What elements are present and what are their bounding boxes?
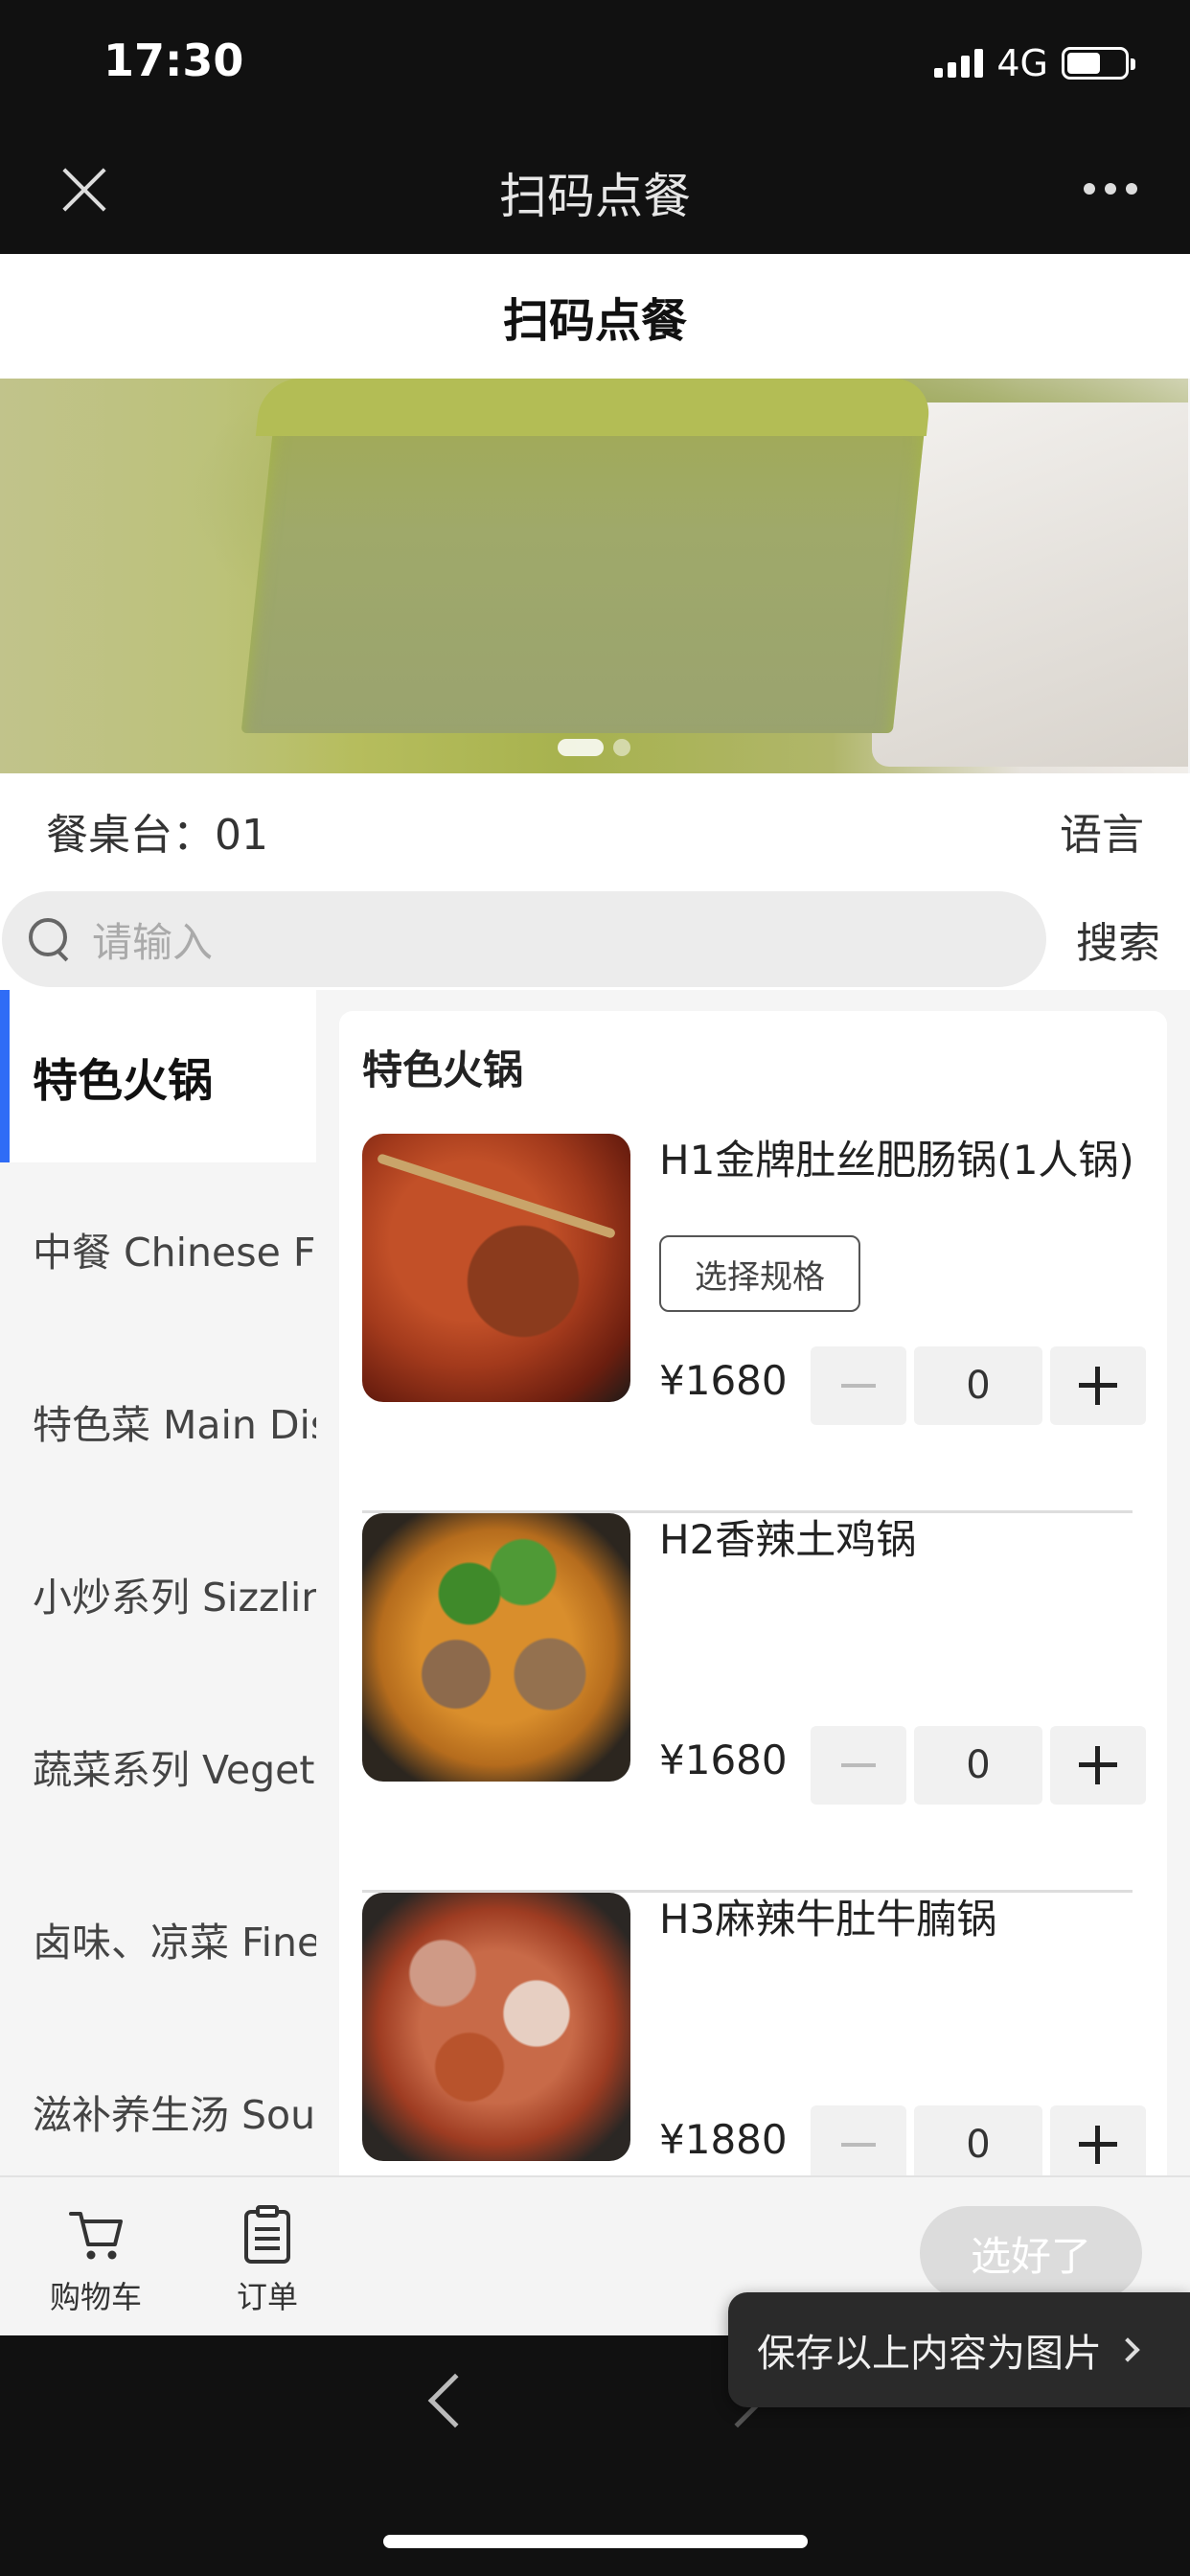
dish-image[interactable] [362,1513,630,1782]
search-icon [29,918,71,960]
status-time: 17:30 [103,34,244,86]
signal-icon [934,49,984,78]
dish-item: H2香辣土鸡锅 ¥1680 0 [362,1513,1146,1893]
quantity-value: 0 [914,2105,1042,2184]
battery-icon [1062,47,1135,80]
dish-image[interactable] [362,1893,630,2161]
dish-price: ¥1680 [659,1357,788,1404]
back-icon[interactable] [427,2373,483,2428]
carousel-indicator [0,739,1188,756]
nav-title: 扫码点餐 [499,169,691,224]
page-title: 扫码点餐 [0,254,1190,379]
quantity-value: 0 [914,1346,1042,1425]
category-item[interactable]: 滋补养生汤 Soup [0,2025,316,2197]
search-placeholder: 请输入 [92,918,214,966]
category-item[interactable]: 中餐 Chinese Food [0,1162,316,1335]
dish-price: ¥1680 [659,1736,788,1783]
quantity-stepper: 0 [811,1346,1146,1425]
cart-tab[interactable]: 购物车 [24,2204,168,2317]
dish-price: ¥1880 [659,2116,788,2163]
quantity-stepper: 0 [811,2105,1146,2184]
category-item[interactable]: 小炒系列 Sizzling [0,1507,316,1680]
dish-name: H2香辣土鸡锅 [659,1516,917,1563]
dish-name: H1金牌肚丝肥肠锅(1人锅) [659,1137,1134,1184]
save-as-image-toast[interactable]: 保存以上内容为图片 [728,2292,1190,2407]
status-bar: 17:30 4G [0,0,1190,129]
order-tab[interactable]: 订单 [195,2204,339,2317]
quantity-value: 0 [914,1726,1042,1805]
plus-icon[interactable] [1050,1346,1146,1425]
dish-item: H1金牌肚丝肥肠锅(1人锅) 选择规格 ¥1680 0 [362,1134,1146,1513]
category-item[interactable]: 卤味、凉菜 Fine [0,1852,316,2025]
dish-list: 特色火锅 H1金牌肚丝肥肠锅(1人锅) 选择规格 ¥1680 0 H2香辣土鸡锅… [339,1011,1167,2335]
home-indicator [383,2535,808,2548]
search-button[interactable]: 搜索 [1046,908,1190,970]
section-title: 特色火锅 [362,1046,524,1093]
language-button[interactable]: 语言 [1060,800,1144,862]
minus-icon[interactable] [811,2105,906,2184]
status-indicators: 4G [934,42,1135,84]
table-number: 餐桌台：01 [46,811,268,860]
more-icon[interactable] [1084,183,1137,195]
category-item[interactable]: 特色火锅 [0,990,316,1162]
menu-content: 特色火锅 中餐 Chinese Food 特色菜 Main Dishes 小炒系… [0,990,1190,2335]
plus-icon[interactable] [1050,2105,1146,2184]
search-bar: 请输入 搜索 [0,888,1190,990]
quantity-stepper: 0 [811,1726,1146,1805]
page: 扫码点餐 餐桌台：01 语言 请输入 搜索 特色火锅 中餐 Chinese Fo… [0,254,1190,2335]
banner-cake-image [240,398,928,733]
order-list-icon [195,2204,339,2266]
confirm-selection-button[interactable]: 选好了 [920,2206,1142,2300]
chevron-right-icon [1115,2337,1140,2362]
network-type: 4G [996,42,1048,84]
order-label: 订单 [236,2279,298,2315]
toast-label: 保存以上内容为图片 [757,2332,1102,2376]
cart-icon [24,2204,168,2266]
table-info-row: 餐桌台：01 语言 [0,773,1190,888]
minus-icon[interactable] [811,1346,906,1425]
plus-icon[interactable] [1050,1726,1146,1805]
minus-icon[interactable] [811,1726,906,1805]
category-item[interactable]: 特色菜 Main Dishes [0,1335,316,1507]
dish-image[interactable] [362,1134,630,1402]
search-input[interactable]: 请输入 [2,891,1046,987]
cart-label: 购物车 [49,2279,142,2315]
category-sidebar: 特色火锅 中餐 Chinese Food 特色菜 Main Dishes 小炒系… [0,990,316,2335]
dish-name: H3麻辣牛肚牛腩锅 [659,1896,997,1943]
nav-bar: 扫码点餐 [0,129,1190,254]
category-item[interactable]: 蔬菜系列 Vegetables [0,1680,316,1852]
select-spec-button[interactable]: 选择规格 [659,1235,860,1312]
banner-carousel[interactable] [0,379,1188,773]
